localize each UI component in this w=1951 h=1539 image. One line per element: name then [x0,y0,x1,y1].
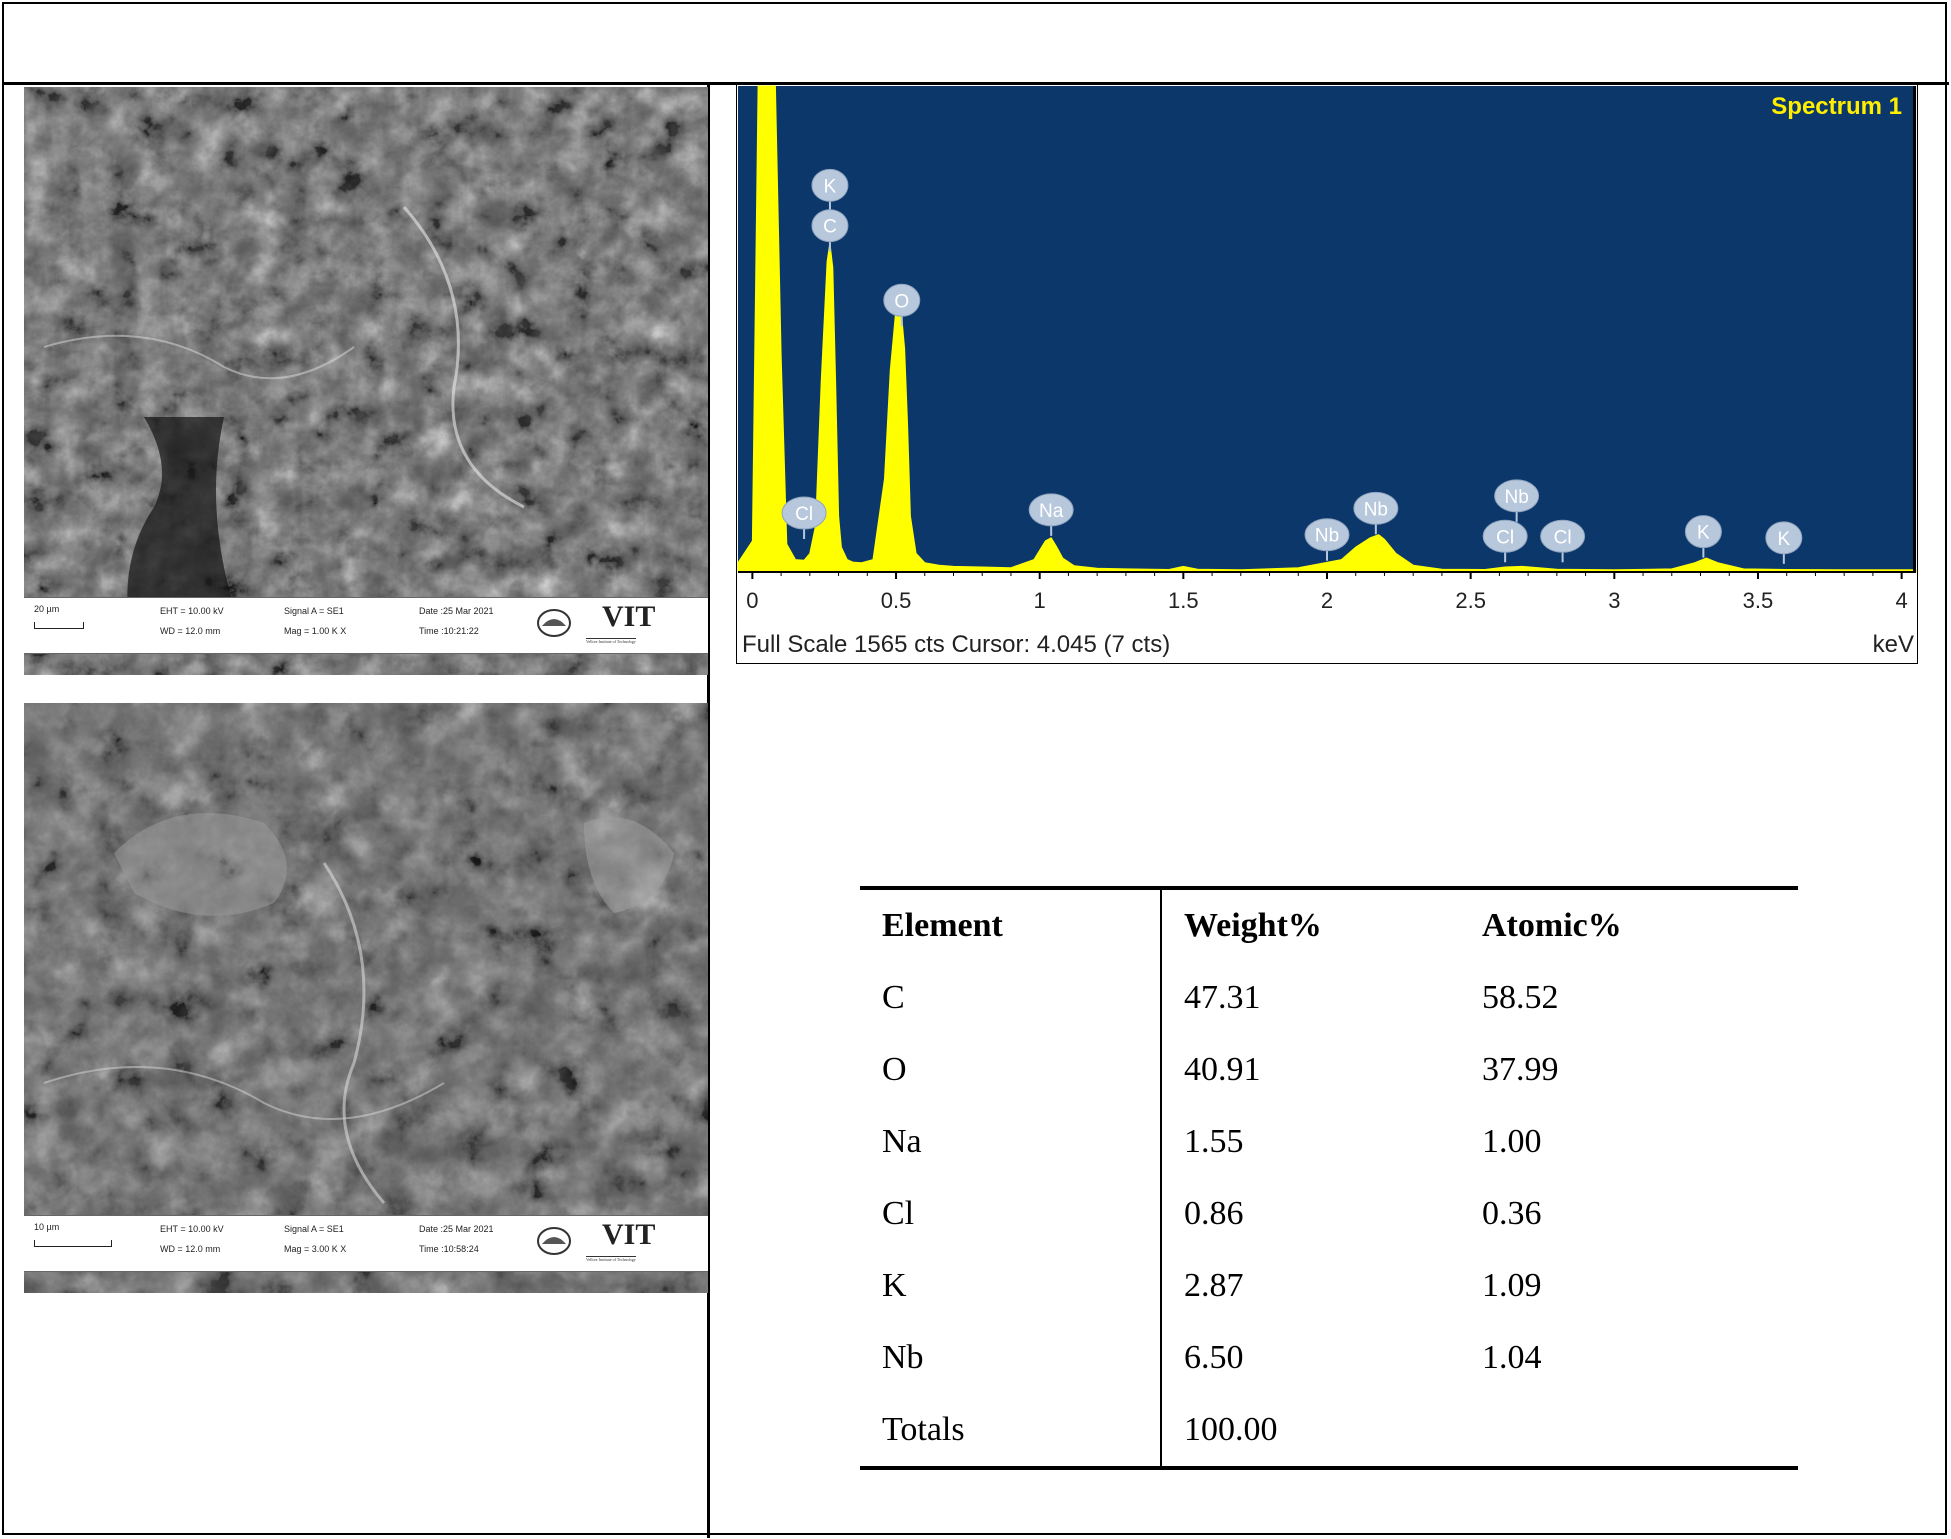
header-atomic: Atomic% [1482,907,1622,944]
sem-image-2: 10 µm EHT = 10.00 kV WD = 12.0 mm Signal… [24,703,708,1293]
time-label: Time :10:21:22 [419,626,479,636]
signal-label: Signal A = SE1 [284,1224,344,1234]
table-row: Na 1.55 1.00 [860,1106,1798,1178]
vit-logo: VIT [602,600,656,633]
sem-texture-1 [24,87,708,675]
x-tick-label: 3.5 [1743,588,1774,613]
date-label: Date :25 Mar 2021 [419,1224,494,1234]
x-unit-label: keV [1873,631,1914,658]
cell-atomic: 1.04 [1482,1339,1542,1376]
vit-logo: VIT [602,1218,656,1251]
eht-label: EHT = 10.00 kV [160,1224,224,1234]
x-tick-label: 0.5 [881,588,912,613]
svg-text:C: C [823,217,837,238]
cell-atomic: 37.99 [1482,1051,1559,1088]
table-row: O 40.91 37.99 [860,1034,1798,1106]
cell-atomic: 1.00 [1482,1123,1542,1160]
eds-spectrum-svg: 0 0.5 1 1.5 2 2.5 3 3.5 4 KCOCl NaNbNbNbCl Cl K K Sp… [736,84,1918,664]
vit-logo-subtitle: Vellore Institute of Technology [586,638,636,644]
cell-weight: 0.86 [1184,1195,1244,1232]
svg-text:Na: Na [1039,501,1064,522]
vit-logo-subtitle: Vellore Institute of Technology [586,1256,636,1262]
vit-seal-icon [537,609,571,637]
date-label: Date :25 Mar 2021 [419,606,494,616]
svg-text:Cl: Cl [1496,527,1514,548]
table-row: Nb 6.50 1.04 [860,1322,1798,1394]
x-tick-label: 3 [1608,588,1620,613]
cell-weight: 2.87 [1184,1267,1244,1304]
cell-atomic: 58.52 [1482,979,1559,1016]
table-row: C 47.31 58.52 [860,962,1798,1034]
sem-info-bar-1: 20 µm EHT = 10.00 kV WD = 12.0 mm Signal… [24,597,708,654]
cell-element: K [860,1250,1162,1322]
scale-bar [34,622,84,629]
svg-text:K: K [1777,529,1790,550]
spectrum-name: Spectrum 1 [1771,93,1902,120]
wd-label: WD = 12.0 mm [160,1244,221,1254]
cell-atomic: 1.09 [1482,1267,1542,1304]
scale-bar-label: 10 µm [34,1222,60,1232]
cell-weight: 6.50 [1184,1339,1244,1376]
cell-element: Nb [860,1322,1162,1394]
svg-text:Cl: Cl [795,504,813,525]
svg-text:Nb: Nb [1315,526,1339,547]
table-header-row: Element Weight% Atomic% [860,890,1798,962]
x-tick-label: 1 [1034,588,1046,613]
cell-weight: 100.00 [1184,1411,1278,1448]
header-element: Element [860,890,1162,962]
mag-label: Mag = 1.00 K X [284,626,347,636]
scale-bar-label: 20 µm [34,604,60,614]
x-tick-label: 0 [746,588,758,613]
time-label: Time :10:58:24 [419,1244,479,1254]
cell-weight: 1.55 [1184,1123,1244,1160]
cell-atomic: 0.36 [1482,1195,1542,1232]
svg-text:K: K [1697,523,1710,544]
mag-label: Mag = 3.00 K X [284,1244,347,1254]
svg-text:Nb: Nb [1504,487,1528,508]
plot-background [738,86,1916,572]
wd-label: WD = 12.0 mm [160,626,221,636]
cell-element: Cl [860,1178,1162,1250]
sem-image-1: 20 µm EHT = 10.00 kV WD = 12.0 mm Signal… [24,87,708,675]
svg-text:Nb: Nb [1364,499,1388,520]
cell-element: C [860,962,1162,1034]
cell-weight: 40.91 [1184,1051,1261,1088]
x-tick-label: 4 [1896,588,1908,613]
table-row-totals: Totals 100.00 [860,1394,1798,1466]
x-tick-label: 1.5 [1168,588,1199,613]
svg-text:O: O [894,291,909,312]
scale-bar [34,1240,112,1247]
table-row: Cl 0.86 0.36 [860,1178,1798,1250]
svg-text:Cl: Cl [1554,527,1572,548]
eds-spectrum: 0 0.5 1 1.5 2 2.5 3 3.5 4 K C O Cl Na Nb Nb Nb Cl Cl K K Sp… [736,84,1918,664]
vit-seal-icon [537,1227,571,1255]
x-tick-label: 2 [1321,588,1333,613]
sem-texture-2 [24,703,708,1293]
svg-text:K: K [824,176,837,197]
cell-weight: 47.31 [1184,979,1261,1016]
x-tick-label: 2.5 [1455,588,1486,613]
cell-element: Totals [860,1394,1162,1466]
table-row: K 2.87 1.09 [860,1250,1798,1322]
signal-label: Signal A = SE1 [284,606,344,616]
cell-element: O [860,1034,1162,1106]
cell-element: Na [860,1106,1162,1178]
eht-label: EHT = 10.00 kV [160,606,224,616]
header-weight: Weight% [1184,907,1322,944]
sem-info-bar-2: 10 µm EHT = 10.00 kV WD = 12.0 mm Signal… [24,1215,708,1272]
status-line: Full Scale 1565 cts Cursor: 4.045 (7 cts… [742,631,1170,658]
composition-table: Element Weight% Atomic% C 47.31 58.52 O … [860,886,1798,1470]
